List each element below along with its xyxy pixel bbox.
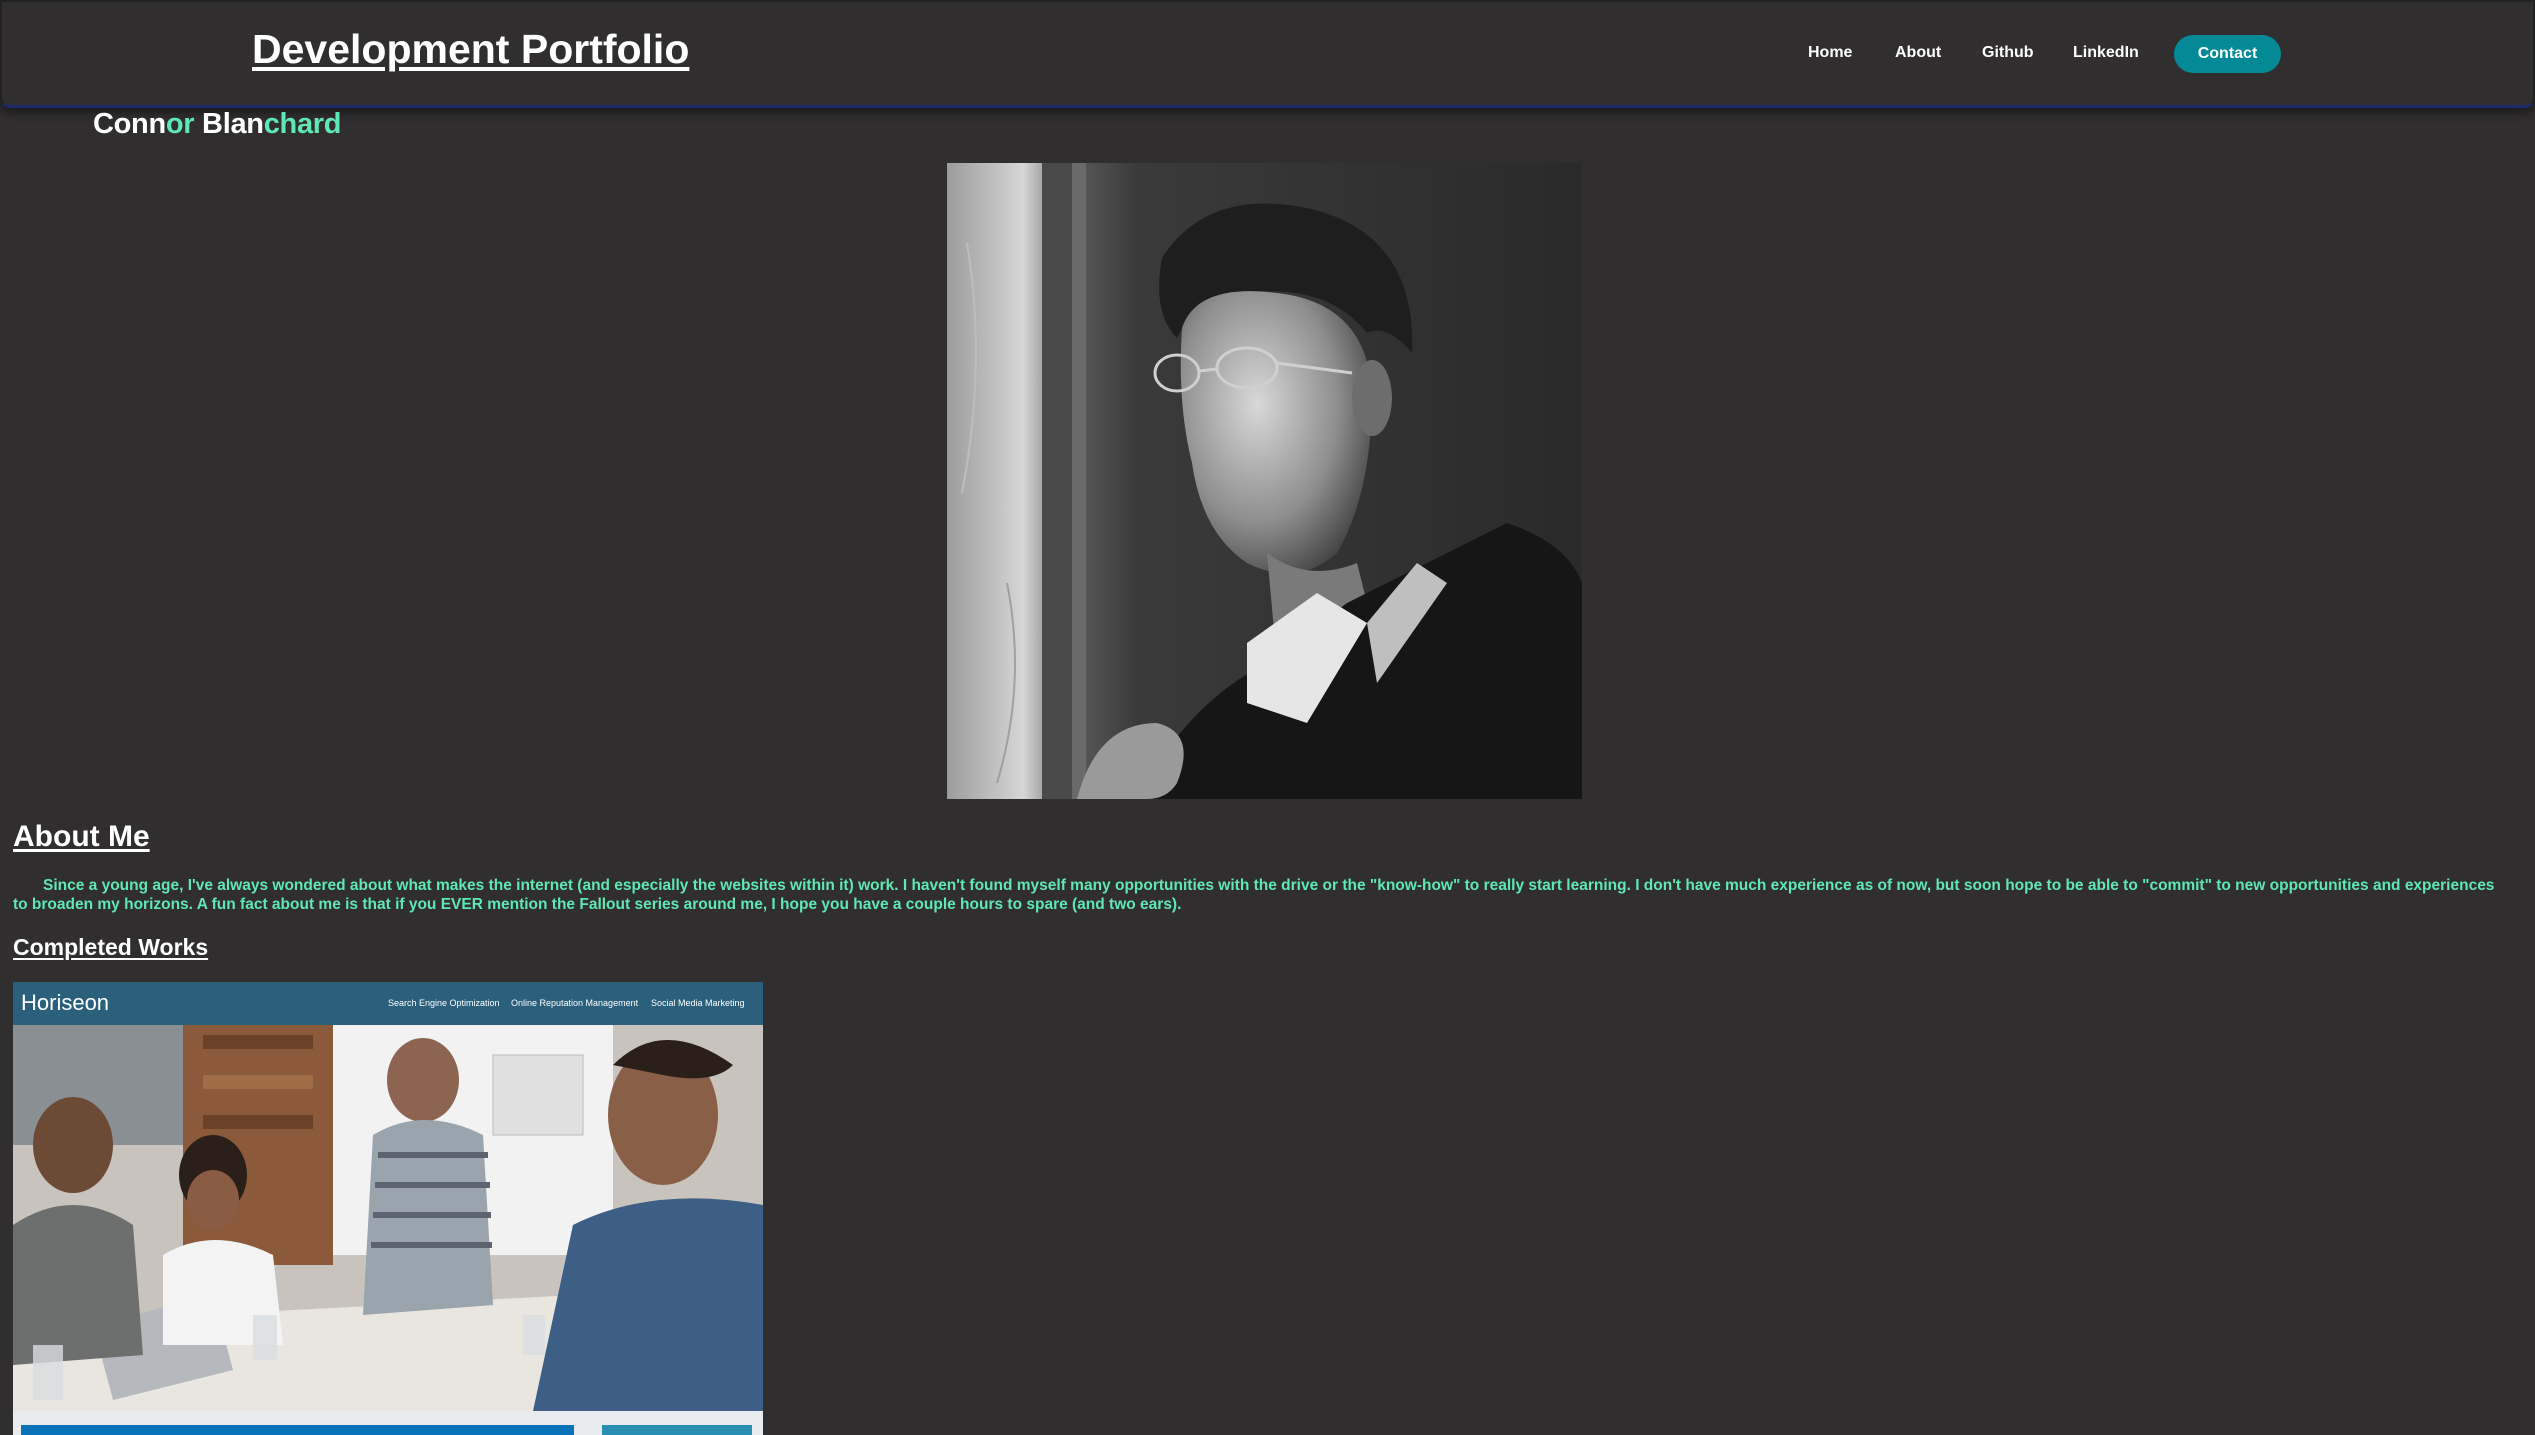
portrait-photo — [947, 163, 1582, 799]
nav-linkedin-link[interactable]: LinkedIn — [2073, 44, 2139, 62]
completed-works-title: Completed Works — [13, 934, 209, 960]
project-nav-item: Search Engine Optimization — [388, 998, 500, 1008]
project-hero-photo — [13, 1025, 763, 1411]
about-title: About Me — [13, 820, 150, 853]
project-nav-item: Social Media Marketing — [651, 998, 745, 1008]
nav-github-link[interactable]: Github — [1982, 44, 2034, 62]
project-logo: Horiseon — [21, 990, 110, 1015]
name-part-4: chard — [263, 108, 342, 140]
site-header: Development Portfolio Home About Github … — [0, 0, 2535, 108]
project-horiseon-preview[interactable]: Horiseon Search Engine Optimization Onli… — [13, 982, 763, 1435]
person-name: Connor Blanchard — [93, 108, 341, 141]
nav-about-link[interactable]: About — [1895, 44, 1941, 62]
portfolio-page: Development Portfolio Home About Github … — [0, 0, 2535, 1435]
name-part-3: Blan — [194, 108, 264, 140]
contact-button[interactable]: Contact — [2174, 35, 2281, 73]
project-nav-item: Online Reputation Management — [511, 998, 639, 1008]
project-footer-bar — [602, 1425, 752, 1435]
about-text: Since a young age, I've always wondered … — [13, 877, 2495, 913]
name-part-1: Conn — [93, 108, 166, 140]
project-footer-bar — [21, 1425, 574, 1435]
nav-home-link[interactable]: Home — [1808, 44, 1852, 62]
project-header: Horiseon Search Engine Optimization Onli… — [13, 982, 763, 1025]
name-part-2: or — [165, 108, 195, 140]
portrait-illustration — [947, 163, 1582, 799]
main-nav: Home About Github LinkedIn Contact — [2, 35, 2533, 75]
